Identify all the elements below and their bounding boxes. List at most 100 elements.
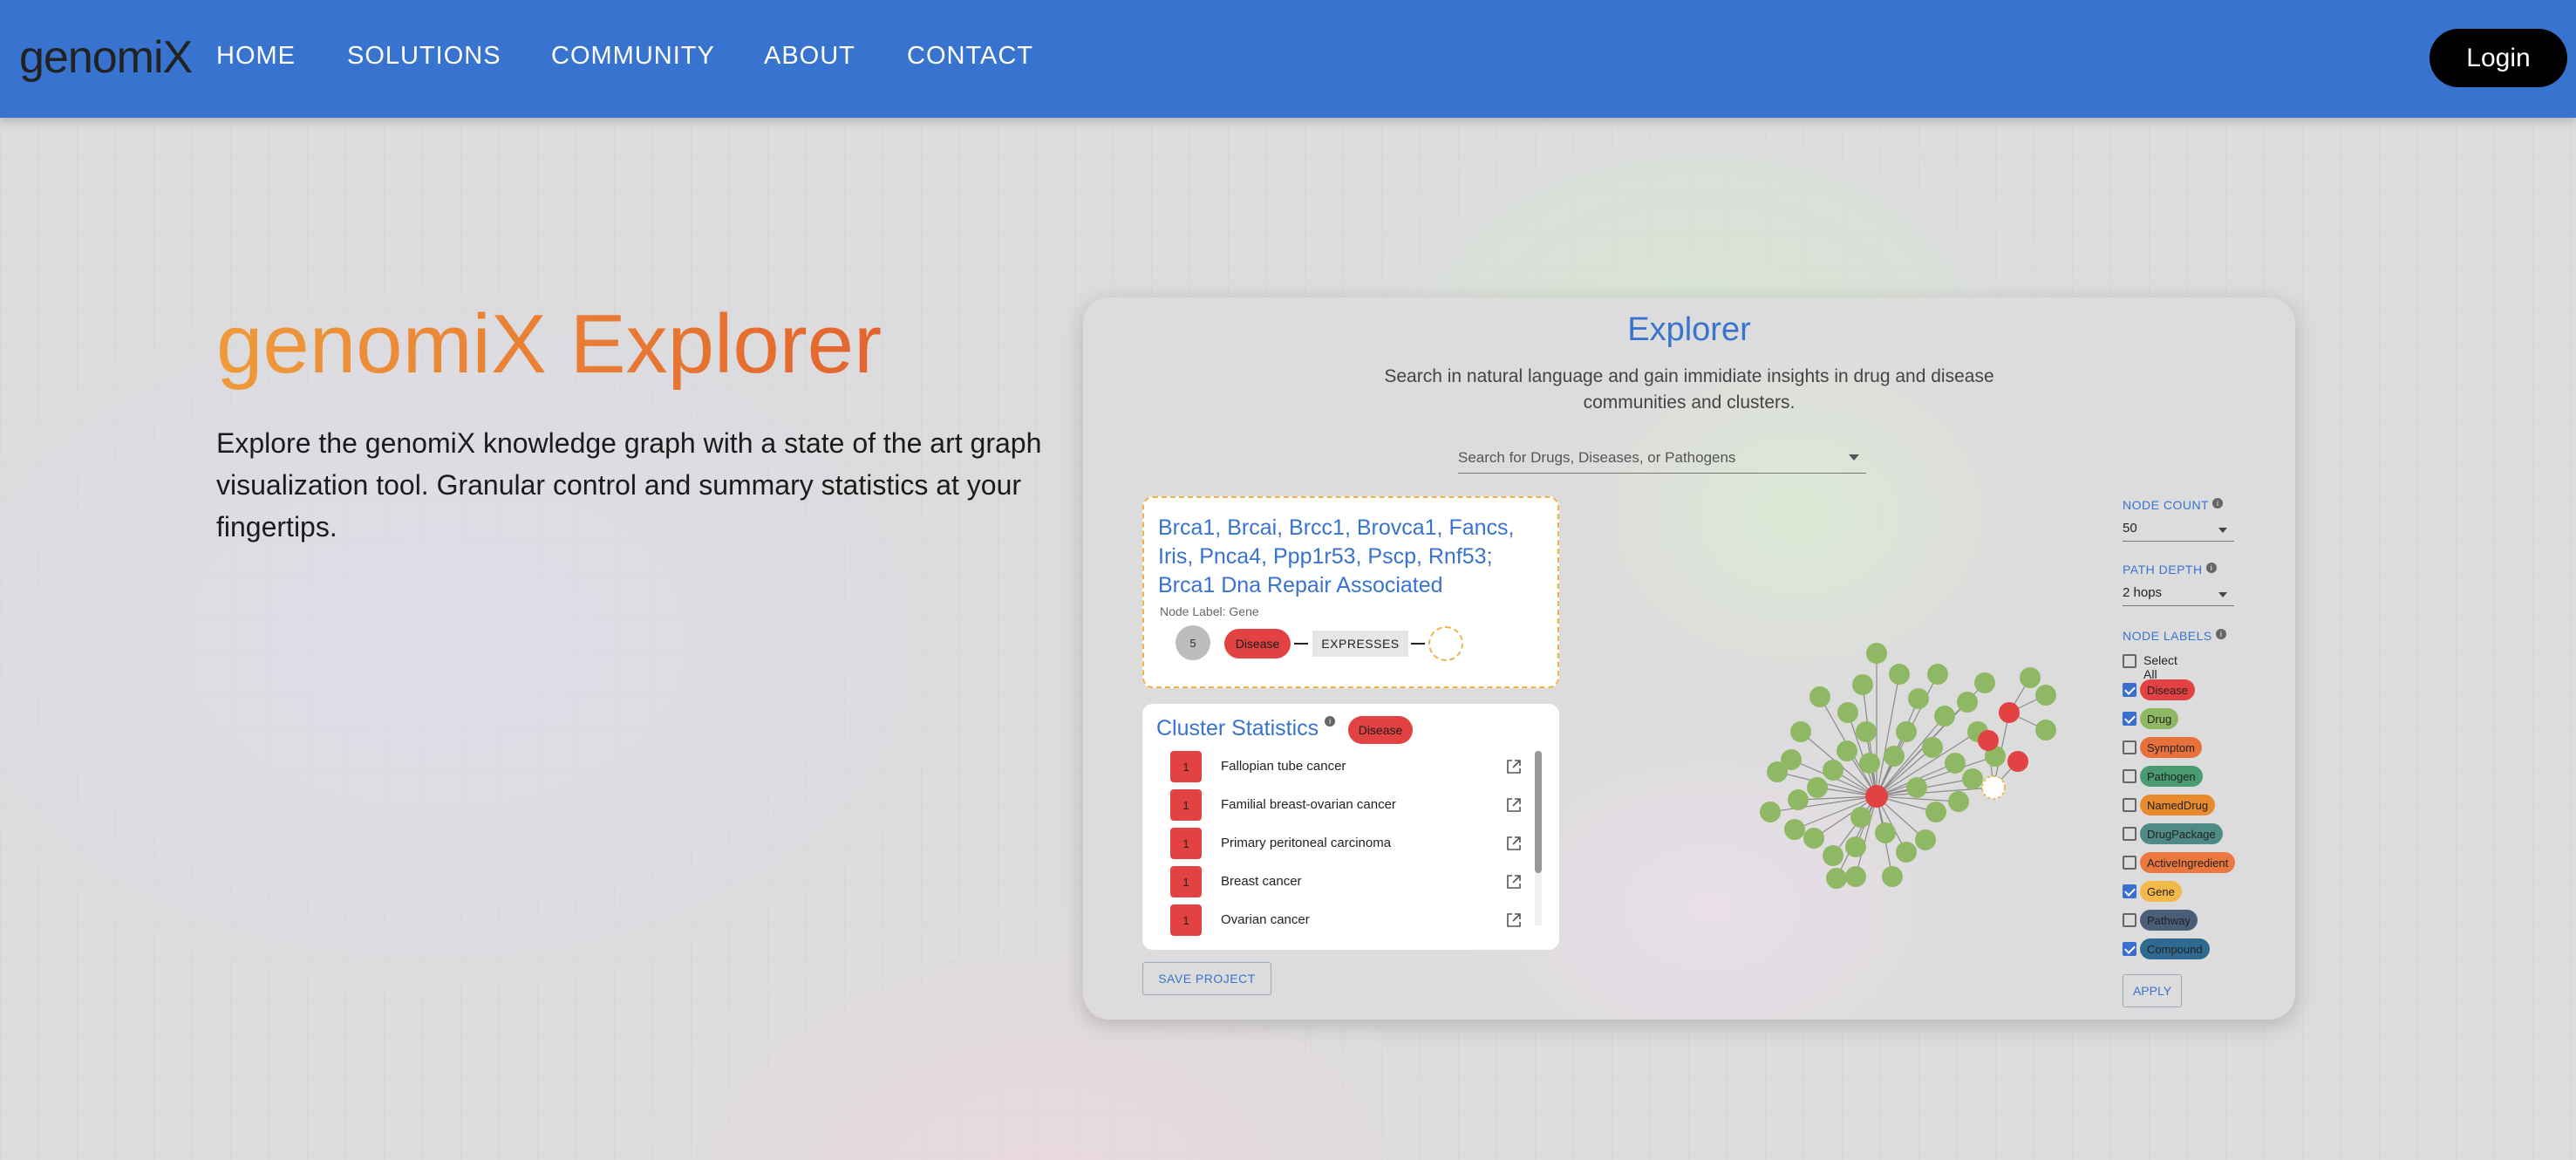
node-count-select[interactable]: 50 xyxy=(2123,515,2234,542)
checkbox[interactable] xyxy=(2123,884,2136,898)
label-chip: NamedDrug xyxy=(2140,795,2216,815)
drug-node[interactable] xyxy=(1845,836,1866,857)
drug-node[interactable] xyxy=(1934,706,1955,727)
path-depth-label: PATH DEPTH i xyxy=(2123,563,2217,577)
drug-node[interactable] xyxy=(1781,749,1802,770)
gene-node[interactable] xyxy=(1981,775,2006,800)
drug-node[interactable] xyxy=(1884,746,1905,767)
drug-node[interactable] xyxy=(1896,842,1917,863)
drug-node[interactable] xyxy=(1908,688,1929,709)
drug-node[interactable] xyxy=(1896,721,1917,742)
node-detail-card: Brca1, Brcai, Brcc1, Brovca1, Fancs, Iri… xyxy=(1142,496,1559,688)
external-link-icon[interactable] xyxy=(1505,758,1523,775)
drug-node[interactable] xyxy=(1845,866,1866,887)
nav-link-home[interactable]: HOME xyxy=(216,42,296,71)
info-icon[interactable]: i xyxy=(1325,716,1336,727)
login-button[interactable]: Login xyxy=(2429,29,2567,87)
drug-node[interactable] xyxy=(1837,702,1858,723)
drug-node[interactable] xyxy=(1803,828,1824,849)
drug-node[interactable] xyxy=(2035,685,2056,706)
info-icon[interactable]: i xyxy=(2206,563,2217,573)
drug-node[interactable] xyxy=(1823,760,1843,781)
drug-node[interactable] xyxy=(1852,674,1873,695)
apply-button[interactable]: APPLY xyxy=(2123,974,2182,1007)
drug-node[interactable] xyxy=(1788,789,1809,810)
drug-node[interactable] xyxy=(1856,721,1877,742)
drug-node[interactable] xyxy=(2020,667,2041,688)
explorer-panel: Explorer Search in natural language and … xyxy=(1083,297,2295,1020)
drug-node[interactable] xyxy=(1922,737,1943,758)
node-labels-label: NODE LABELS i xyxy=(2123,629,2227,643)
nav-link-solutions[interactable]: SOLUTIONS xyxy=(347,42,501,71)
save-project-button[interactable]: SAVE PROJECT xyxy=(1142,962,1271,995)
info-icon[interactable]: i xyxy=(2212,498,2224,508)
scrollbar-thumb[interactable] xyxy=(1535,751,1542,873)
drug-node[interactable] xyxy=(1945,753,1966,774)
checkbox[interactable] xyxy=(2123,798,2136,812)
disease-node[interactable] xyxy=(2007,751,2028,772)
drug-node[interactable] xyxy=(1882,866,1903,887)
drug-node[interactable] xyxy=(1807,777,1828,798)
disease-hub-node[interactable] xyxy=(1865,785,1888,808)
search-input[interactable]: Search for Drugs, Diseases, or Pathogens xyxy=(1458,446,1866,474)
drug-node[interactable] xyxy=(1784,819,1805,840)
disease-node[interactable] xyxy=(1978,730,1999,751)
checkbox[interactable] xyxy=(2123,712,2136,726)
disease-node[interactable] xyxy=(1999,702,2020,723)
drug-node[interactable] xyxy=(1915,829,1936,850)
checkbox[interactable] xyxy=(2123,856,2136,870)
drug-node[interactable] xyxy=(1875,822,1896,843)
path-depth-select[interactable]: 2 hops xyxy=(2123,580,2234,606)
nav-link-community[interactable]: COMMUNITY xyxy=(551,42,715,71)
drug-node[interactable] xyxy=(1948,791,1969,812)
drug-node[interactable] xyxy=(1889,664,1910,685)
drug-node[interactable] xyxy=(1925,802,1946,822)
checkbox[interactable] xyxy=(2123,827,2136,841)
genomix-logo[interactable]: genomiX xyxy=(19,31,193,84)
drug-node[interactable] xyxy=(1760,802,1781,822)
count-badge: 1 xyxy=(1170,751,1202,782)
external-link-icon[interactable] xyxy=(1505,911,1523,929)
external-link-icon[interactable] xyxy=(1505,835,1523,852)
cluster-row: 1 Primary peritoneal carcinoma xyxy=(1170,828,1528,859)
nav-link-contact[interactable]: CONTACT xyxy=(907,42,1033,71)
checkbox[interactable] xyxy=(2123,683,2136,697)
drug-node[interactable] xyxy=(1837,740,1857,761)
disease-chip[interactable]: Disease xyxy=(1224,629,1291,658)
neighbor-count-circle[interactable]: 5 xyxy=(1176,625,1210,660)
graph-visualization[interactable] xyxy=(1711,577,2077,890)
drug-node[interactable] xyxy=(1927,664,1948,685)
external-link-icon[interactable] xyxy=(1505,796,1523,814)
nav-link-about[interactable]: ABOUT xyxy=(764,42,855,71)
drug-node[interactable] xyxy=(1826,868,1847,889)
checkbox[interactable] xyxy=(2123,913,2136,927)
node-title: Brca1, Brcai, Brcc1, Brovca1, Fancs, Iri… xyxy=(1158,515,1515,597)
select-all-checkbox[interactable] xyxy=(2123,654,2136,668)
cluster-disease-chip[interactable]: Disease xyxy=(1348,716,1413,744)
count-badge: 1 xyxy=(1170,828,1202,859)
drug-node[interactable] xyxy=(2035,720,2056,740)
drug-node[interactable] xyxy=(1957,692,1978,713)
drug-node[interactable] xyxy=(1974,672,1995,693)
drug-node[interactable] xyxy=(1906,777,1927,798)
cluster-scrollbar[interactable] xyxy=(1535,751,1542,925)
drug-node[interactable] xyxy=(1790,721,1811,742)
caret-down-icon xyxy=(2218,592,2227,597)
external-link-icon[interactable] xyxy=(1505,873,1523,890)
target-node-placeholder[interactable] xyxy=(1428,626,1463,661)
hero-description: Explore the genomiX knowledge graph with… xyxy=(216,427,1042,542)
drug-node[interactable] xyxy=(1823,845,1843,866)
node-count-value: 50 xyxy=(2123,521,2137,536)
drug-node[interactable] xyxy=(1866,643,1887,664)
drug-node[interactable] xyxy=(1962,768,1983,789)
label-chip: DrugPackage xyxy=(2140,823,2223,844)
caret-down-icon[interactable] xyxy=(1849,454,1859,461)
checkbox[interactable] xyxy=(2123,769,2136,783)
checkbox[interactable] xyxy=(2123,740,2136,754)
drug-node[interactable] xyxy=(1850,807,1871,828)
drug-node[interactable] xyxy=(1809,686,1830,707)
drug-node[interactable] xyxy=(1859,753,1880,774)
info-icon[interactable]: i xyxy=(2216,629,2227,639)
checkbox[interactable] xyxy=(2123,942,2136,956)
label-chip: Disease xyxy=(2140,679,2195,700)
